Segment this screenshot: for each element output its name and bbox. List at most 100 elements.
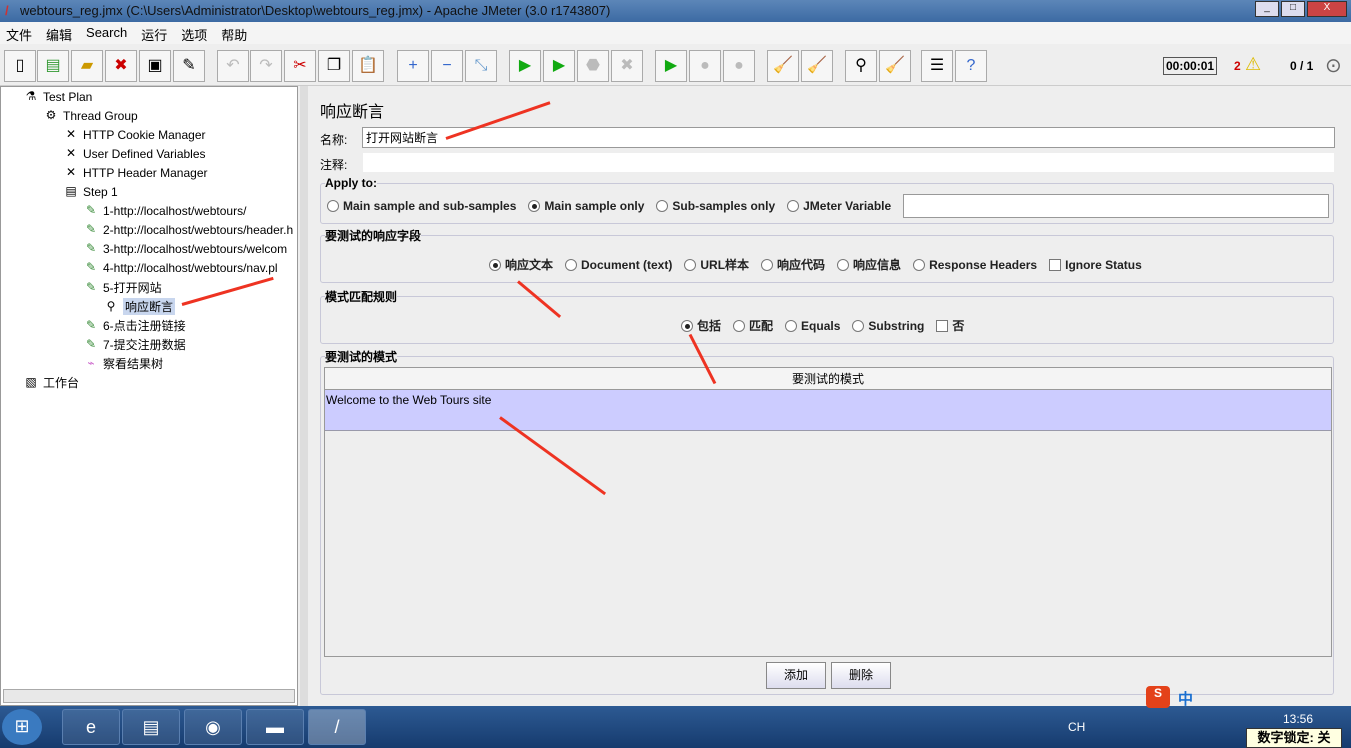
new-icon[interactable]: ▯ <box>4 50 36 82</box>
close-file-icon[interactable]: ✖ <box>105 50 137 82</box>
save-icon[interactable]: ▣ <box>139 50 171 82</box>
radio-sub-only[interactable]: Sub-samples only <box>656 199 775 213</box>
page-title: 响应断言 <box>320 104 385 121</box>
cmd-taskbar-icon[interactable]: ▬ <box>246 709 304 745</box>
warning-count: 2 <box>1234 59 1241 73</box>
paste-icon[interactable]: 📋 <box>352 50 384 82</box>
radio-substring[interactable]: Substring <box>852 319 924 333</box>
pipette-icon: ✎ <box>85 336 97 351</box>
tree-horizontal-scrollbar[interactable] <box>3 689 295 703</box>
tree-node-test-plan[interactable]: ⚗ Test Plan <box>23 89 93 105</box>
taskbar: ⊞ e ▤ ◉ ▬ / CH 13:56 <box>0 706 1351 748</box>
radio-main-and-sub[interactable]: Main sample and sub-samples <box>327 199 516 213</box>
tree-node-results-tree[interactable]: ⌁ 察看结果树 <box>83 355 163 372</box>
tree-node-cookie-manager[interactable]: ✕ HTTP Cookie Manager <box>63 127 206 143</box>
radio-equals[interactable]: Equals <box>785 319 840 333</box>
radio-response-message[interactable]: 响应信息 <box>837 256 901 273</box>
not-checkbox[interactable]: 否 <box>936 317 964 334</box>
shutdown-icon[interactable]: ✖ <box>611 50 643 82</box>
remote-start-icon[interactable]: ▶ <box>655 50 687 82</box>
open-icon[interactable]: ▰ <box>71 50 103 82</box>
menu-run[interactable]: 运行 <box>141 25 167 43</box>
templates-icon[interactable]: ▤ <box>37 50 69 82</box>
jmeter-taskbar-icon[interactable]: / <box>308 709 366 745</box>
tree-node-request-7[interactable]: ✎ 7-提交注册数据 <box>83 336 186 353</box>
reset-search-icon[interactable]: 🧹 <box>879 50 911 82</box>
tree-node-request-1[interactable]: ✎ 1-http://localhost/webtours/ <box>83 203 246 219</box>
redo-icon[interactable]: ↷ <box>250 50 282 82</box>
pattern-rules-legend: 模式匹配规则 <box>325 290 398 304</box>
radio-response-text[interactable]: 响应文本 <box>489 256 553 273</box>
menu-options[interactable]: 选项 <box>181 25 207 43</box>
jmeter-variable-input[interactable] <box>903 194 1330 218</box>
remote-stop-icon[interactable]: ● <box>689 50 721 82</box>
patterns-legend: 要测试的模式 <box>325 350 398 364</box>
tree-node-thread-group[interactable]: ⚙ Thread Group <box>43 108 138 124</box>
start-icon[interactable]: ▶ <box>509 50 541 82</box>
ignore-status-checkbox[interactable]: Ignore Status <box>1049 258 1142 272</box>
menu-file[interactable]: 文件 <box>6 25 32 43</box>
help-icon[interactable]: ? <box>955 50 987 82</box>
start-button[interactable]: ⊞ <box>2 709 42 745</box>
tree-node-request-2[interactable]: ✎ 2-http://localhost/webtours/header.h <box>83 222 293 238</box>
menu-help[interactable]: 帮助 <box>221 25 247 43</box>
radio-response-headers[interactable]: Response Headers <box>913 258 1037 272</box>
tree-node-request-4[interactable]: ✎ 4-http://localhost/webtours/nav.pl <box>83 260 278 276</box>
radio-matches[interactable]: 匹配 <box>733 317 773 334</box>
radio-response-code[interactable]: 响应代码 <box>761 256 825 273</box>
close-button[interactable]: X <box>1307 1 1347 17</box>
tree-node-request-3[interactable]: ✎ 3-http://localhost/webtours/welcom <box>83 241 287 257</box>
comment-input[interactable] <box>362 152 1335 173</box>
radio-main-only[interactable]: Main sample only <box>528 199 644 213</box>
remote-shutdown-icon[interactable]: ● <box>723 50 755 82</box>
menu-search[interactable]: Search <box>86 25 127 41</box>
copy-icon[interactable]: ❐ <box>318 50 350 82</box>
maximize-button[interactable]: □ <box>1281 1 1305 17</box>
name-input[interactable]: 打开网站断言 <box>362 127 1335 148</box>
radio-url-sample[interactable]: URL样本 <box>684 256 749 273</box>
collapse-icon[interactable]: − <box>431 50 463 82</box>
undo-icon[interactable]: ↶ <box>217 50 249 82</box>
search-icon[interactable]: ⚲ <box>845 50 877 82</box>
save-as-icon[interactable]: ✎ <box>173 50 205 82</box>
expand-icon[interactable]: + <box>397 50 429 82</box>
add-button[interactable]: 添加 <box>766 662 826 689</box>
name-label: 名称: <box>320 133 348 147</box>
clear-icon[interactable]: 🧹 <box>767 50 799 82</box>
explorer-taskbar-icon[interactable]: ▤ <box>122 709 180 745</box>
thread-count: 0 / 1 <box>1290 59 1314 73</box>
tree-node-request-6[interactable]: ✎ 6-点击注册链接 <box>83 317 186 334</box>
sogou-ime-icon[interactable]: S <box>1146 686 1170 708</box>
tree-node-workbench[interactable]: ▧ 工作台 <box>23 374 79 391</box>
toggle-icon[interactable]: ⤡ <box>465 50 497 82</box>
tree-node-user-variables[interactable]: ✕ User Defined Variables <box>63 146 206 162</box>
pipette-icon: ✎ <box>85 317 97 332</box>
ime-mode[interactable]: 中 <box>1178 688 1193 709</box>
minimize-button[interactable]: _ <box>1255 1 1279 17</box>
clear-all-icon[interactable]: 🧹 <box>801 50 833 82</box>
tree-node-step-1[interactable]: ▤ Step 1 <box>63 184 117 200</box>
radio-document-text[interactable]: Document (text) <box>565 258 672 272</box>
radio-contains[interactable]: 包括 <box>681 317 721 334</box>
delete-button[interactable]: 删除 <box>831 662 891 689</box>
tree-node-request-5[interactable]: ✎ 5-打开网站 <box>83 279 162 296</box>
menu-bar: 文件 编辑 Search 运行 选项 帮助 <box>0 22 1351 44</box>
radio-jmeter-variable[interactable]: JMeter Variable <box>787 199 891 213</box>
language-indicator[interactable]: CH <box>1068 720 1085 734</box>
ie-taskbar-icon[interactable]: e <box>62 709 120 745</box>
tree-node-header-manager[interactable]: ✕ HTTP Header Manager <box>63 165 208 181</box>
menu-edit[interactable]: 编辑 <box>46 25 72 43</box>
clock[interactable]: 13:56 <box>1283 712 1313 726</box>
warning-icon[interactable]: ⚠ <box>1245 54 1261 75</box>
pane-splitter[interactable] <box>300 86 308 706</box>
patterns-column-header[interactable]: 要测试的模式 <box>325 368 1331 390</box>
stop-icon[interactable]: ⬣ <box>577 50 609 82</box>
response-field-group: 要测试的响应字段 响应文本 Document (text) URL样本 响应代码… <box>320 227 1334 283</box>
chrome-taskbar-icon[interactable]: ◉ <box>184 709 242 745</box>
function-helper-icon[interactable]: ☰ <box>921 50 953 82</box>
table-row[interactable]: Welcome to the Web Tours site <box>325 390 1331 431</box>
apply-to-group: Apply to: Main sample and sub-samples Ma… <box>320 176 1334 224</box>
start-no-pause-icon[interactable]: ▶ <box>543 50 575 82</box>
tree-node-response-assertion[interactable]: ⚲ 响应断言 <box>103 298 176 315</box>
cut-icon[interactable]: ✂ <box>284 50 316 82</box>
